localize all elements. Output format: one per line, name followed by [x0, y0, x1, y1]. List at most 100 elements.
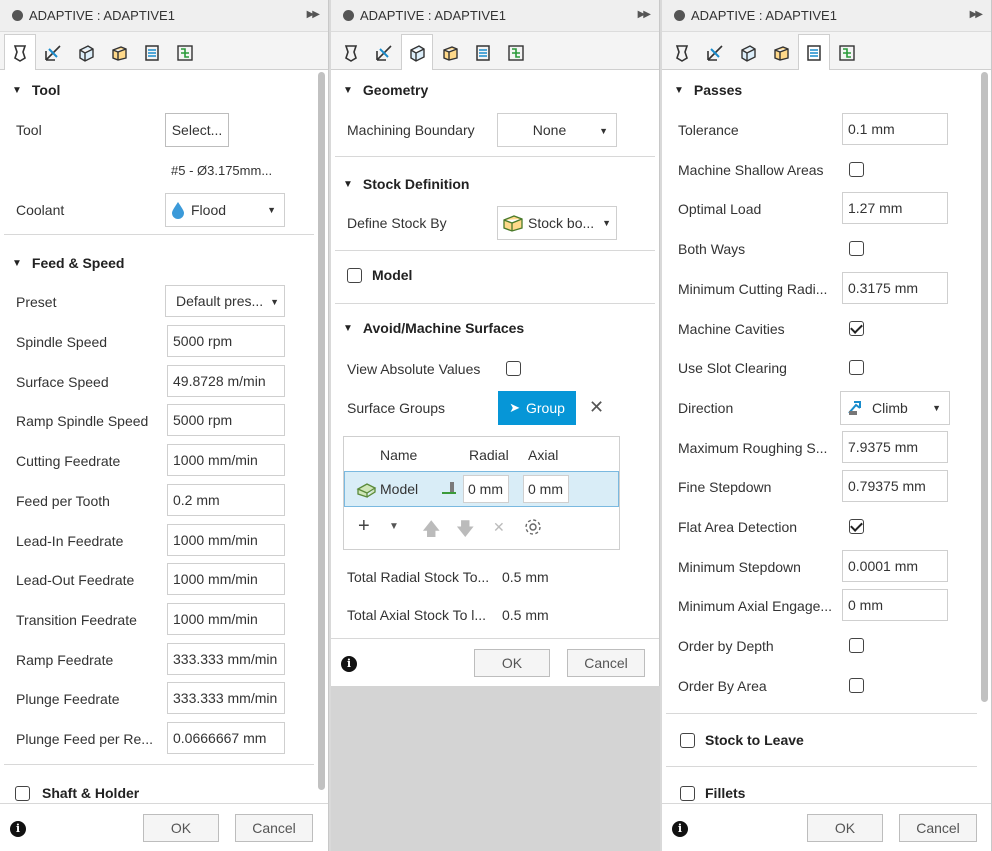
axial-stock-input[interactable]: 0 mm [523, 475, 569, 503]
radial-stock-input[interactable]: 0 mm [463, 475, 509, 503]
machining-boundary-select[interactable]: None ▼ [497, 113, 617, 147]
preset-select[interactable]: Default pres... ▼ [165, 285, 285, 317]
value-input[interactable]: 333.333 mm/min [167, 642, 285, 675]
value-input[interactable]: 333.333 mm/min [167, 682, 285, 715]
option-checkbox[interactable] [849, 161, 864, 177]
panel-footer: i OK Cancel [0, 803, 328, 851]
stock-tab[interactable] [434, 35, 466, 69]
group-button[interactable]: ➤ Group [498, 391, 576, 425]
ok-button[interactable]: OK [474, 649, 550, 677]
value-input[interactable]: 49.8728 m/min [167, 364, 285, 397]
move-down-icon[interactable]: 🡇 [456, 517, 475, 547]
passes-tab[interactable] [136, 35, 168, 69]
linking-tab[interactable] [831, 35, 863, 69]
passes-tab[interactable] [467, 35, 499, 69]
value-input[interactable]: 0.0666667 mm [167, 722, 285, 754]
heights-tab[interactable] [732, 35, 764, 69]
geometry-tab[interactable] [37, 35, 69, 69]
info-icon[interactable]: i [10, 821, 26, 837]
fillets-checkbox[interactable] [680, 785, 695, 801]
stock-tab[interactable] [765, 35, 797, 69]
shaft-holder-checkbox[interactable] [15, 785, 30, 801]
field-label: Lead-In Feedrate [16, 532, 124, 549]
model-header[interactable]: Model [331, 257, 659, 293]
shaft-holder-header[interactable]: Shaft & Holder [0, 775, 318, 803]
value-input[interactable]: 5000 rpm [167, 404, 285, 437]
avoid-surfaces-header[interactable]: ▼ Avoid/Machine Surfaces [331, 310, 659, 346]
field-label: Spindle Speed [16, 334, 108, 350]
model-checkbox[interactable] [347, 267, 362, 283]
tool-tab[interactable] [4, 34, 36, 70]
value-input[interactable]: 0.79375 mm [842, 470, 948, 503]
table-row[interactable]: Model 0 mm 0 mm [344, 471, 619, 507]
feed-row: Ramp Feedrate 333.333 mm/min [0, 642, 318, 677]
cancel-button[interactable]: Cancel [567, 649, 645, 677]
stock-to-leave-checkbox[interactable] [680, 732, 695, 748]
stock-definition-header[interactable]: ▼ Stock Definition [331, 166, 659, 202]
fillets-header[interactable]: Fillets [662, 775, 981, 803]
close-icon[interactable]: ✕ [589, 397, 604, 418]
expand-icon[interactable]: ▶▶ [638, 9, 651, 20]
value-input[interactable]: 7.9375 mm [842, 430, 948, 463]
value-input[interactable]: 1000 mm/min [167, 602, 285, 635]
value-input[interactable]: 0.3175 mm [842, 271, 948, 304]
info-icon[interactable]: i [341, 656, 357, 672]
expand-icon[interactable]: ▶▶ [307, 9, 320, 20]
heights-tab[interactable] [401, 34, 433, 70]
info-icon[interactable]: i [672, 821, 688, 837]
value-input[interactable]: 1.27 mm [842, 192, 948, 225]
geometry-section-header[interactable]: ▼ Geometry [331, 72, 659, 108]
option-checkbox[interactable] [849, 241, 864, 257]
expand-icon[interactable]: ▶▶ [970, 9, 983, 20]
value-input[interactable]: 0.2 mm [167, 483, 285, 516]
tool-panel: ADAPTIVE : ADAPTIVE1 ▶▶ ▼ Tool Tool Selec… [0, 0, 329, 851]
linking-tab[interactable] [500, 35, 532, 69]
cancel-button[interactable]: Cancel [899, 814, 977, 842]
view-absolute-values-checkbox[interactable] [506, 361, 521, 376]
value-input[interactable]: 0 mm [842, 589, 948, 622]
stock-to-leave-header[interactable]: Stock to Leave [662, 722, 981, 758]
value-input[interactable]: 5000 rpm [167, 325, 285, 357]
feed-row: Spindle Speed 5000 rpm [0, 325, 318, 359]
radial-stock-icon [442, 482, 456, 494]
passes-section-header[interactable]: ▼ Passes [662, 72, 981, 108]
coolant-select[interactable]: Flood ▼ [165, 193, 285, 227]
field-label: Order by Depth [678, 638, 774, 655]
value-input[interactable]: 1000 mm/min [167, 444, 285, 477]
select-tool-button[interactable]: Select... [165, 113, 229, 147]
tool-tab[interactable] [335, 35, 367, 69]
ok-button[interactable]: OK [143, 814, 219, 842]
field-label: Transition Feedrate [16, 611, 137, 628]
value-input[interactable]: 1000 mm/min [167, 523, 285, 556]
tool-section-header[interactable]: ▼ Tool [0, 72, 318, 108]
geometry-content: ▼ Geometry Machining Boundary None ▼ ▼ Sto… [331, 70, 659, 638]
define-stock-select[interactable]: Stock bo... ▼ [497, 206, 617, 240]
geometry-tab[interactable] [699, 35, 731, 69]
option-checkbox[interactable] [849, 638, 864, 654]
tool-tab[interactable] [666, 35, 698, 69]
scrollbar[interactable] [981, 72, 988, 702]
geometry-tab[interactable] [368, 35, 400, 69]
option-checkbox[interactable] [849, 519, 864, 534]
remove-icon[interactable]: ✕ [493, 519, 505, 536]
cancel-button[interactable]: Cancel [235, 814, 313, 842]
option-checkbox[interactable] [849, 320, 864, 336]
chevron-down-icon[interactable]: ▼ [389, 521, 399, 532]
field-label: Feed per Tooth [16, 492, 110, 509]
move-up-icon[interactable]: 🡅 [422, 517, 441, 547]
stock-tab[interactable] [103, 35, 135, 69]
add-icon[interactable]: + [358, 515, 370, 538]
value-input[interactable]: 0.0001 mm [842, 549, 948, 582]
passes-tab[interactable] [798, 34, 830, 70]
ok-button[interactable]: OK [807, 814, 883, 842]
feed-section-header[interactable]: ▼ Feed & Speed [0, 245, 318, 281]
linking-tab[interactable] [169, 35, 201, 69]
direction-select[interactable]: Climb ▼ [840, 390, 950, 425]
option-checkbox[interactable] [849, 677, 864, 693]
value-input[interactable]: 1000 mm/min [167, 563, 285, 596]
value-input[interactable]: 0.1 mm [842, 113, 948, 145]
heights-tab[interactable] [70, 35, 102, 69]
option-checkbox[interactable] [849, 360, 864, 376]
scrollbar[interactable] [318, 72, 325, 790]
gear-icon[interactable] [523, 517, 543, 537]
